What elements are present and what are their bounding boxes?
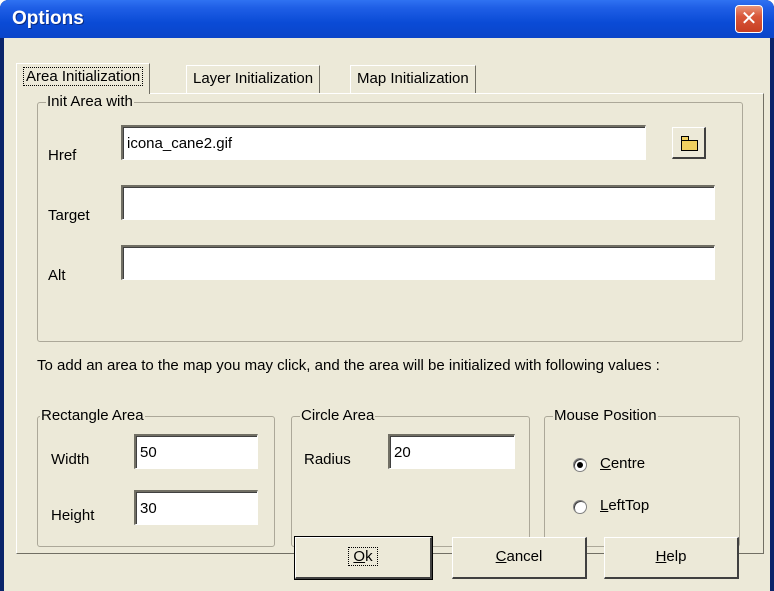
init-area-legend: Init Area with xyxy=(46,93,134,110)
tab-area-initialization[interactable]: Area Initialization xyxy=(16,63,151,94)
target-label: Target xyxy=(48,207,90,224)
radius-input[interactable] xyxy=(388,434,515,469)
cancel-button-label: Cancel xyxy=(495,548,543,565)
tab-label: Area Initialization xyxy=(23,67,144,86)
tab-label: Layer Initialization xyxy=(193,70,314,87)
radio-lefttop-label: LeftTop xyxy=(600,497,650,514)
cancel-button[interactable]: Cancel xyxy=(452,537,587,579)
dialog-client-area: Area Initialization Layer Initialization… xyxy=(4,38,770,591)
target-input[interactable] xyxy=(121,185,715,220)
mouse-position-group: Mouse Position Centre LeftTop xyxy=(544,407,740,547)
circle-area-legend: Circle Area xyxy=(300,407,376,424)
height-label: Height xyxy=(51,507,95,524)
tab-panel: Init Area with Href Target Alt To add an… xyxy=(16,93,764,554)
tab-map-initialization[interactable]: Map Initialization xyxy=(350,65,476,93)
help-button-label: Help xyxy=(655,548,687,565)
radio-centre[interactable]: Centre xyxy=(573,455,693,477)
radio-button-checked[interactable] xyxy=(573,458,587,472)
window-title: Options xyxy=(12,8,84,29)
init-area-group: Init Area with Href Target Alt xyxy=(37,93,743,342)
width-label: Width xyxy=(51,451,90,468)
help-button[interactable]: Help xyxy=(604,537,739,579)
href-input[interactable] xyxy=(121,125,646,160)
browse-button[interactable] xyxy=(672,127,706,159)
radio-button-unchecked[interactable] xyxy=(573,500,587,514)
alt-label: Alt xyxy=(48,267,66,284)
info-text: To add an area to the map you may click,… xyxy=(37,357,660,374)
tab-layer-initialization[interactable]: Layer Initialization xyxy=(186,65,321,93)
width-input[interactable] xyxy=(134,434,258,469)
tab-label: Map Initialization xyxy=(357,70,469,87)
close-icon: ✕ xyxy=(740,6,758,30)
ok-button-label: Ok xyxy=(348,547,378,566)
radio-lefttop[interactable]: LeftTop xyxy=(573,497,693,519)
radius-label: Radius xyxy=(304,451,351,468)
mouse-position-legend: Mouse Position xyxy=(553,407,658,424)
radio-centre-label: Centre xyxy=(600,455,646,472)
height-input[interactable] xyxy=(134,490,258,525)
alt-input[interactable] xyxy=(121,245,715,280)
rectangle-area-legend: Rectangle Area xyxy=(40,407,145,424)
href-label: Href xyxy=(48,147,77,164)
close-button[interactable]: ✕ xyxy=(735,5,763,33)
title-bar[interactable]: Options ✕ xyxy=(0,0,774,38)
ok-button[interactable]: Ok xyxy=(294,536,433,580)
rectangle-area-group: Rectangle Area Width Height xyxy=(37,407,275,547)
circle-area-group: Circle Area Radius xyxy=(291,407,530,547)
options-dialog: Options ✕ Area Initialization Layer Init… xyxy=(0,0,774,591)
